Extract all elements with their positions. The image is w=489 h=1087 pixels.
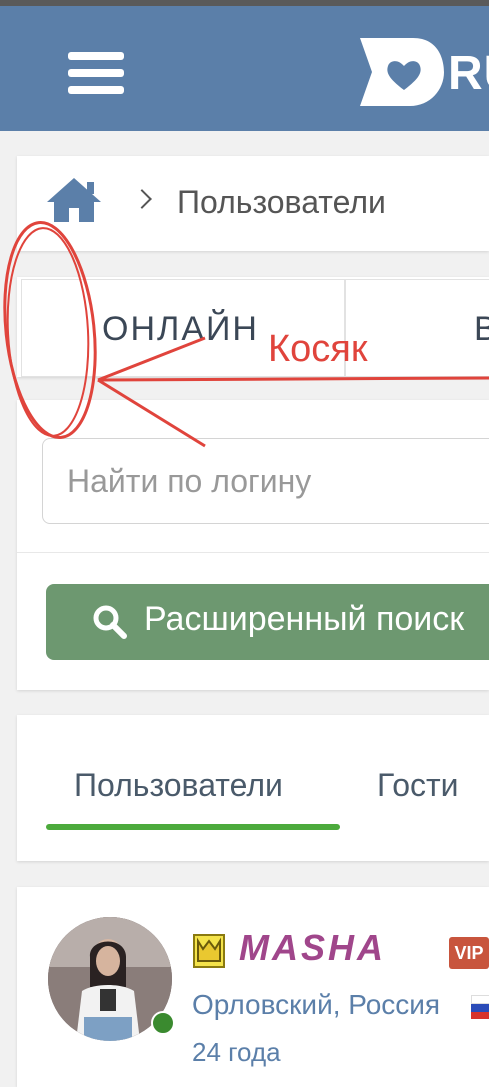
search-icon (93, 605, 127, 639)
divider (17, 552, 489, 553)
user-tabs: Пользователи Гости (17, 715, 489, 861)
site-logo[interactable]: RU (358, 32, 489, 112)
tab-users[interactable]: Пользователи (74, 767, 283, 804)
app-header: RU (0, 6, 489, 131)
heart-logo-icon (360, 38, 444, 106)
advanced-search-button[interactable]: Расширенный поиск (46, 584, 489, 660)
user-location: Орловский, Россия (192, 989, 441, 1020)
breadcrumb: Пользователи (17, 156, 489, 251)
vip-badge: VIP (449, 937, 489, 969)
tab-online-label: ОНЛАЙН (102, 310, 259, 348)
russia-flag-icon (471, 995, 489, 1019)
home-icon[interactable] (45, 176, 103, 224)
advanced-search-label: Расширенный поиск (144, 600, 465, 638)
username[interactable]: MASHA (239, 927, 386, 969)
search-panel: Найти по логину Расширенный поиск (17, 400, 489, 690)
user-card[interactable]: MASHA VIP Орловский, Россия 24 года (17, 887, 489, 1087)
tab-second-label: В (474, 310, 489, 348)
tab-guests[interactable]: Гости (377, 767, 459, 804)
hamburger-icon[interactable] (68, 50, 124, 96)
login-search-input[interactable]: Найти по логину (42, 438, 489, 524)
search-placeholder: Найти по логину (67, 463, 312, 499)
active-tab-indicator (46, 824, 340, 830)
chevron-right-icon (132, 189, 152, 209)
crown-icon (193, 934, 225, 968)
breadcrumb-current: Пользователи (177, 184, 386, 220)
logo-text: RU (448, 47, 489, 100)
annotation-label: Косяк (268, 328, 368, 370)
user-age: 24 года (192, 1037, 281, 1067)
online-status-dot (151, 1011, 175, 1035)
filter-tabs: ОНЛАЙН В (17, 277, 489, 377)
